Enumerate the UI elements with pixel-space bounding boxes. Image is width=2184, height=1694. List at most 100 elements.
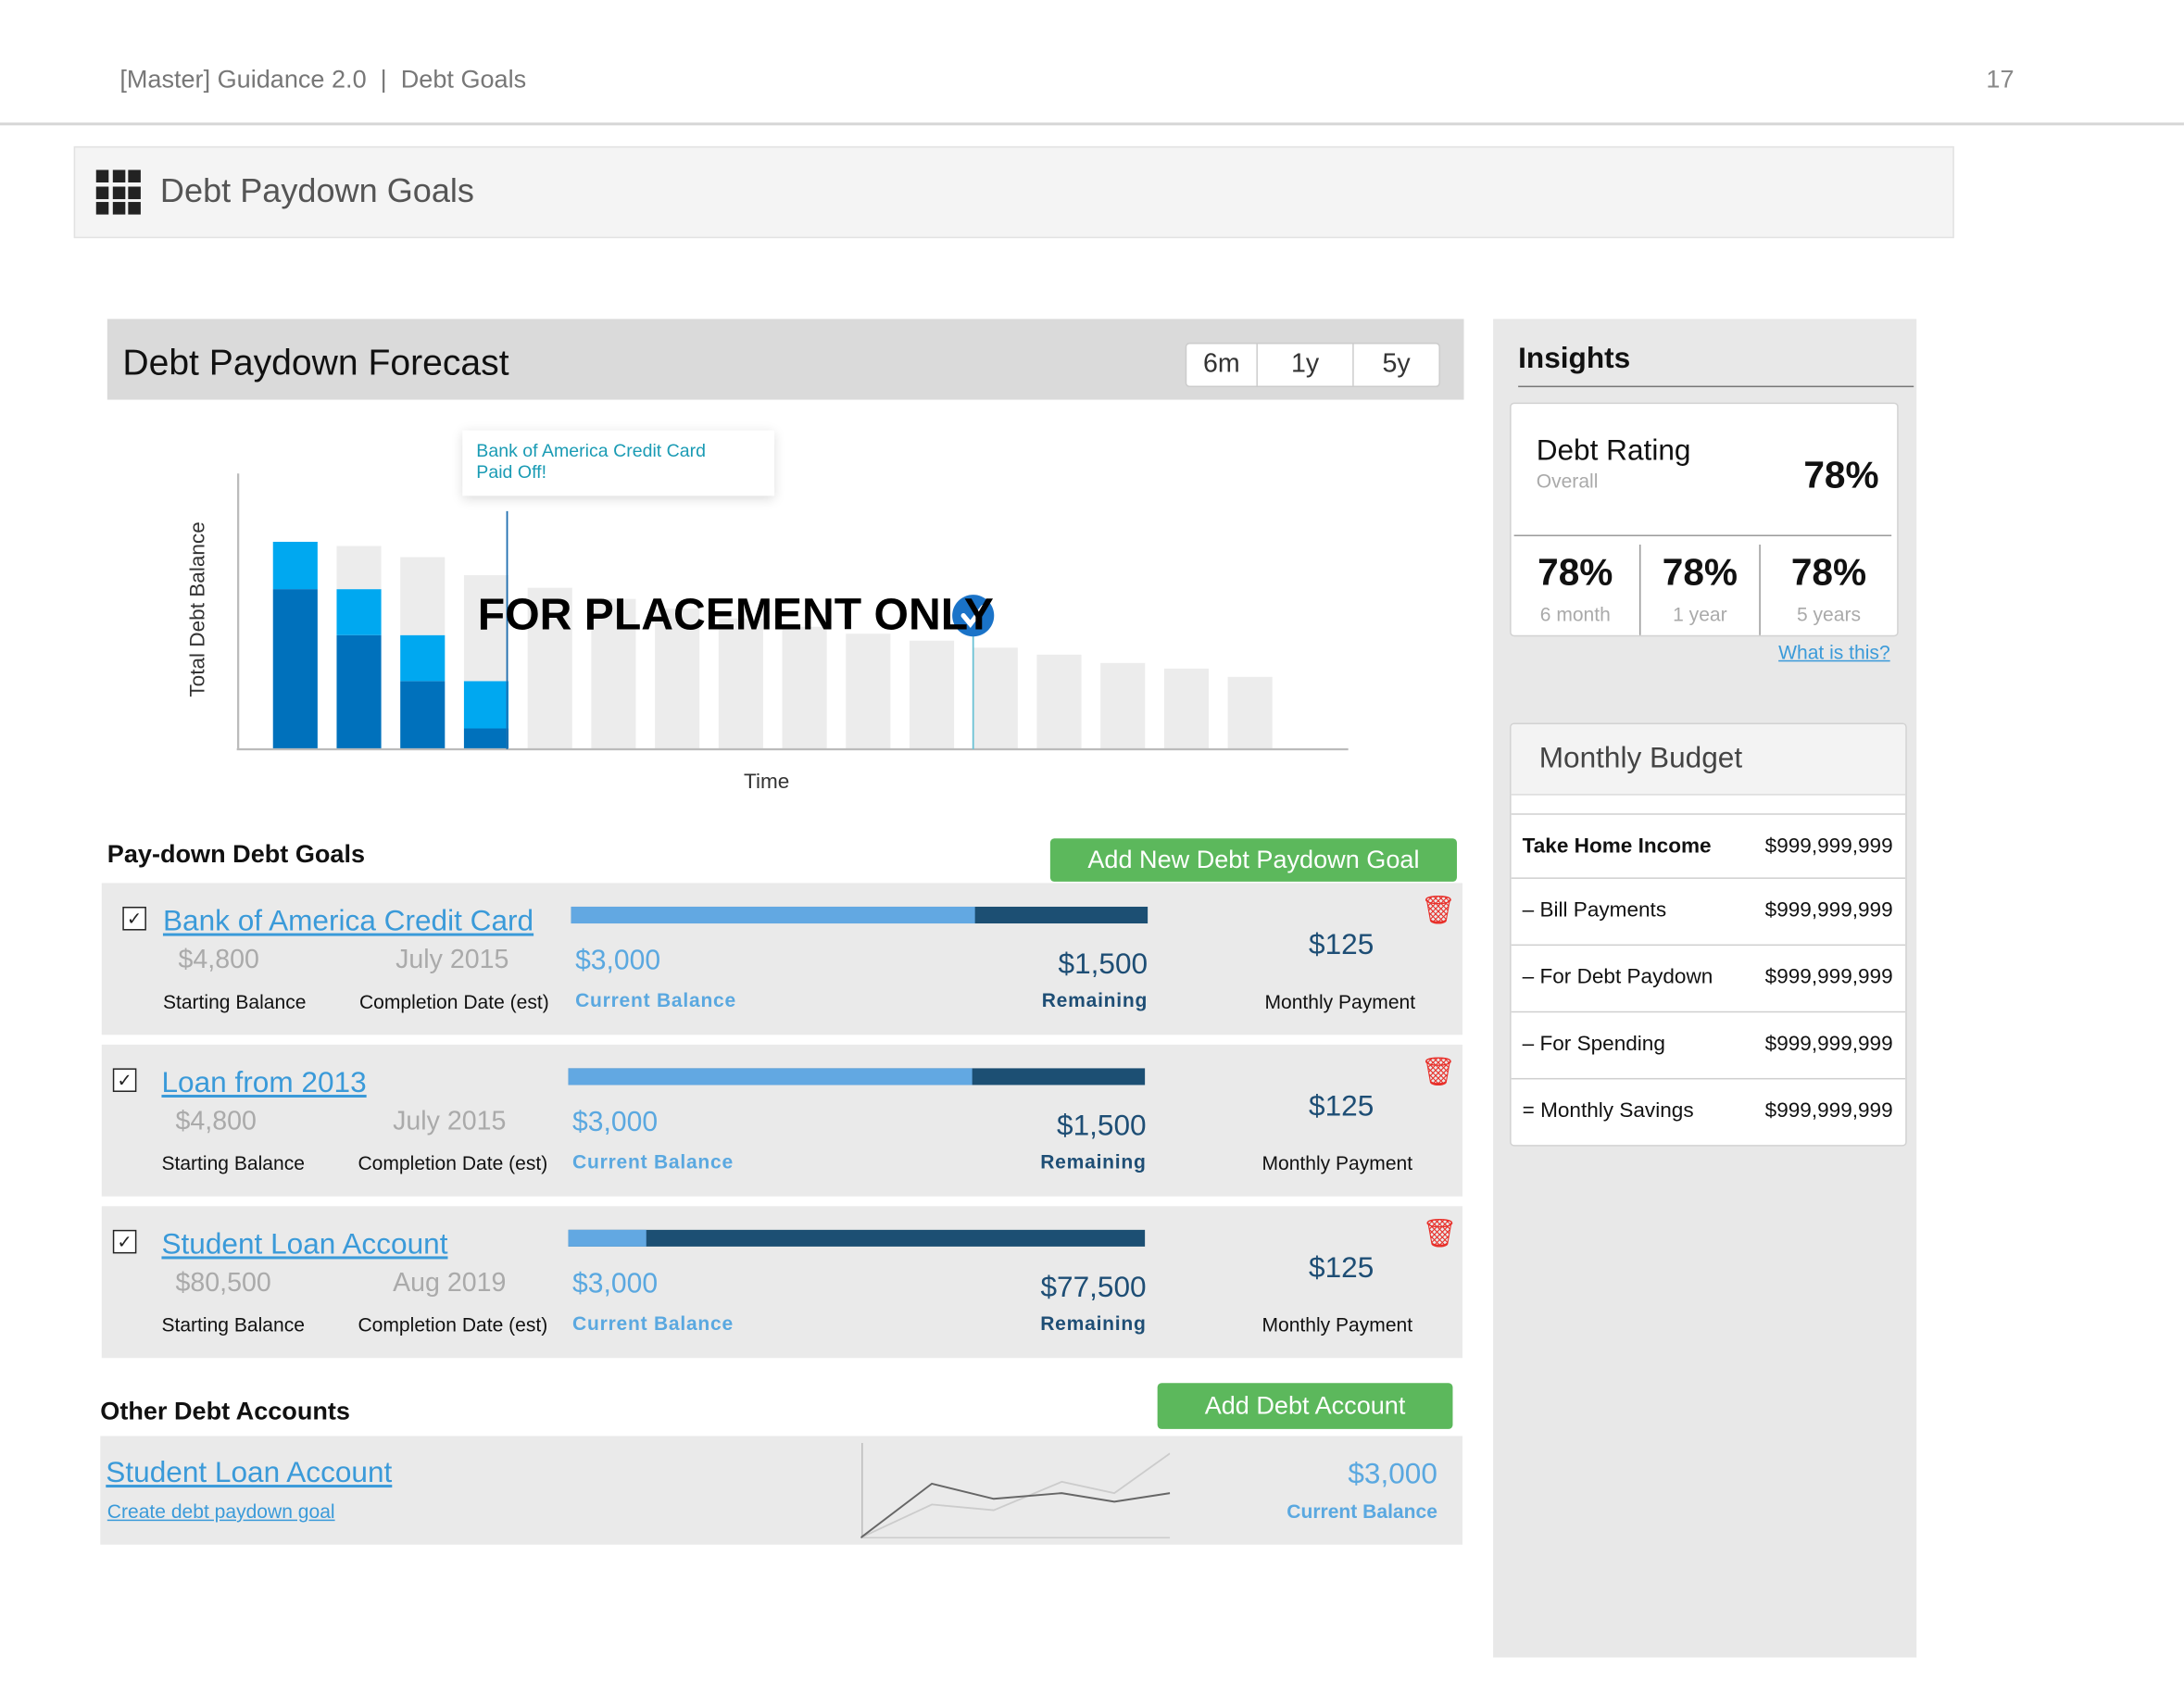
goal-checkbox[interactable]: ✓: [112, 1229, 137, 1254]
account-name-link[interactable]: Student Loan Account: [106, 1457, 392, 1490]
goal-checkbox[interactable]: ✓: [122, 906, 146, 931]
apps-grid-icon[interactable]: [95, 169, 141, 215]
chart-bar-segment: [463, 681, 509, 729]
chart-bar-segment: [1227, 676, 1273, 750]
create-goal-link[interactable]: Create debt paydown goal: [107, 1500, 335, 1523]
current-balance: $3,000: [575, 946, 661, 977]
rating-period: 78% 6 month: [1512, 552, 1639, 626]
forecast-title: Debt Paydown Forecast: [122, 341, 509, 383]
remaining-amount: $77,500: [1040, 1271, 1147, 1304]
chart-bar-segment: [400, 634, 446, 682]
add-goal-button[interactable]: Add New Debt Paydown Goal: [1049, 838, 1457, 882]
other-account-row: Student Loan Account Create debt paydown…: [100, 1436, 1462, 1545]
divider: [1518, 385, 1914, 388]
sparkline-series-light: [860, 1452, 1171, 1539]
debt-rating-title: Debt Rating: [1536, 434, 1691, 467]
what-is-this-link[interactable]: What is this?: [1778, 641, 1890, 663]
period-label: 1 year: [1673, 603, 1727, 626]
chart-bar-segment: [400, 557, 446, 635]
budget-row: Take Home Income $999,999,999: [1511, 813, 1906, 880]
placement-placeholder: FOR PLACEMENT ONLY: [477, 589, 994, 640]
account-current-balance: $3,000: [1348, 1458, 1437, 1491]
rating-period: 78% 1 year: [1640, 552, 1759, 626]
goals-title: Pay-down Debt Goals: [107, 839, 366, 868]
budget-row: – For Spending $999,999,999: [1511, 1010, 1906, 1078]
budget-row: = Monthly Savings $999,999,999: [1511, 1077, 1906, 1145]
chart-bar-segment: [272, 541, 318, 590]
progress-fill: [571, 906, 975, 924]
monthly-payment-label: Monthly Payment: [1261, 1313, 1413, 1336]
period-value: 78%: [1790, 551, 1867, 594]
completion-date-label: Completion Date (est): [358, 1151, 548, 1174]
range-5y-button[interactable]: 5y: [1352, 344, 1438, 386]
debt-rating-card: Debt Rating Overall 78% 78% 6 month 78% …: [1510, 402, 1899, 637]
current-balance: $3,000: [572, 1107, 659, 1138]
completion-date: Aug 2019: [393, 1268, 507, 1299]
range-1y-button[interactable]: 1y: [1256, 344, 1352, 386]
remaining-label: Remaining: [1040, 1311, 1147, 1335]
starting-balance: $4,800: [175, 1107, 257, 1137]
trash-icon[interactable]: 🗑: [1421, 1054, 1456, 1089]
goal-checkbox[interactable]: ✓: [112, 1068, 137, 1092]
current-balance-label: Current Balance: [1287, 1500, 1437, 1523]
budget-label: – For Debt Paydown: [1522, 965, 1713, 989]
rating-period: 78% 5 years: [1761, 552, 1897, 626]
current-balance: $3,000: [572, 1268, 659, 1300]
budget-title: Monthly Budget: [1538, 742, 1743, 775]
period-value: 78%: [1662, 551, 1738, 594]
completion-date: July 2015: [395, 946, 509, 975]
sparkline-chart: [860, 1442, 1171, 1539]
chart-bar-segment: [1036, 654, 1082, 750]
goal-name-link[interactable]: Bank of America Credit Card: [163, 905, 533, 938]
completion-date-label: Completion Date (est): [358, 1313, 548, 1336]
budget-label: – For Spending: [1522, 1032, 1665, 1056]
range-selector: 6m 1y 5y: [1185, 342, 1440, 388]
completion-date: July 2015: [393, 1107, 507, 1137]
budget-value: $999,999,999: [1764, 897, 1893, 922]
remaining-label: Remaining: [1040, 1150, 1147, 1173]
range-6m-button[interactable]: 6m: [1186, 344, 1256, 385]
goal-name-link[interactable]: Student Loan Account: [161, 1228, 447, 1261]
sparkline-series-dark: [860, 1482, 1171, 1538]
budget-label: – Bill Payments: [1522, 897, 1667, 922]
goal-name-link[interactable]: Loan from 2013: [161, 1067, 366, 1100]
monthly-payment: $125: [1309, 1251, 1374, 1285]
chart-bar-segment: [336, 589, 382, 635]
monthly-payment-label: Monthly Payment: [1264, 990, 1416, 1013]
chart-bar-segment: [1163, 668, 1209, 750]
debt-rating-sub: Overall: [1536, 469, 1599, 492]
budget-value: $999,999,999: [1764, 1032, 1893, 1056]
budget-row: – Bill Payments $999,999,999: [1511, 877, 1906, 944]
monthly-budget-card: Monthly Budget Take Home Income $999,999…: [1510, 722, 1907, 1147]
current-balance-label: Current Balance: [575, 988, 736, 1011]
current-balance-label: Current Balance: [572, 1311, 734, 1335]
goal-row: ✓ Loan from 2013 $4,800 July 2015 $3,000…: [101, 1044, 1462, 1197]
current-balance-label: Current Balance: [572, 1150, 734, 1173]
add-debt-account-button[interactable]: Add Debt Account: [1157, 1383, 1453, 1429]
breadcrumb: [Master] Guidance 2.0 | Debt Goals: [119, 65, 527, 94]
progress-fill: [568, 1229, 646, 1247]
chart-bar-segment: [973, 647, 1018, 750]
monthly-payment-label: Monthly Payment: [1261, 1151, 1413, 1174]
remaining-label: Remaining: [1041, 988, 1148, 1011]
insights-title: Insights: [1518, 342, 1631, 375]
remaining-amount: $1,500: [1057, 1110, 1147, 1143]
chart-bar-segment: [336, 634, 382, 750]
chart-bar-segment: [400, 681, 446, 750]
goal-progress-bar: [568, 1229, 1146, 1247]
divider: [1513, 534, 1892, 536]
page-title: Debt Paydown Goals: [159, 172, 474, 211]
debt-rating-value: 78%: [1803, 454, 1879, 496]
starting-balance-label: Starting Balance: [161, 1313, 305, 1336]
goal-row: ✓ Bank of America Credit Card $4,800 Jul…: [101, 883, 1462, 1035]
divider: [0, 122, 2184, 126]
chart-bar-segment: [336, 546, 382, 590]
completion-date-label: Completion Date (est): [358, 990, 549, 1013]
other-accounts-title: Other Debt Accounts: [100, 1397, 350, 1425]
page-title-bar: Debt Paydown Goals: [73, 145, 1954, 239]
budget-label: = Monthly Savings: [1522, 1098, 1694, 1123]
trash-icon[interactable]: 🗑: [1422, 1216, 1457, 1251]
starting-balance: $4,800: [178, 946, 259, 975]
page-number: 17: [1986, 65, 2015, 94]
trash-icon[interactable]: 🗑: [1421, 893, 1456, 928]
